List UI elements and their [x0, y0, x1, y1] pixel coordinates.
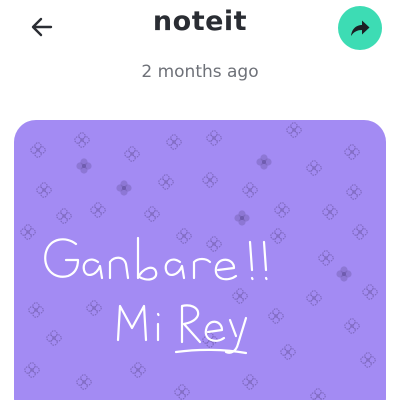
note-timestamp: 2 months ago [141, 62, 259, 82]
note-view-screen: noteit 2 months ago [0, 0, 400, 400]
note-card[interactable]: Ganbare!! Mi Rey [14, 120, 386, 400]
share-button[interactable] [338, 6, 382, 50]
handwritten-drawing [44, 236, 268, 355]
share-arrow-icon [351, 20, 370, 36]
